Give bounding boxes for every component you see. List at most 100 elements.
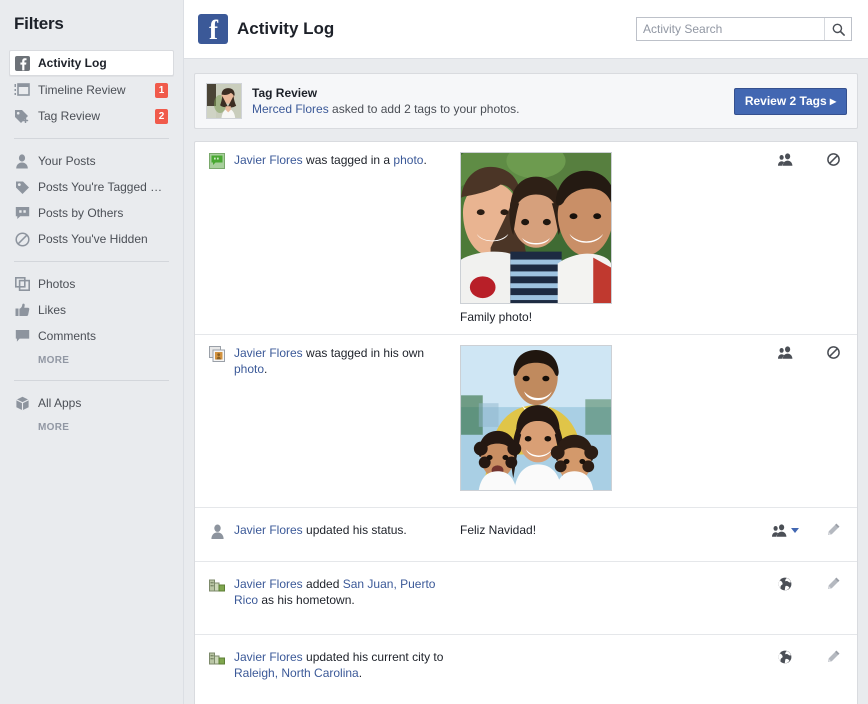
- avatar: [206, 83, 242, 119]
- sidebar-divider: [14, 261, 169, 262]
- hide-from-timeline-button[interactable]: [809, 153, 857, 166]
- search-icon: [832, 23, 845, 36]
- sidebar-item-tag-review[interactable]: Tag Review 2: [9, 104, 174, 128]
- person-icon: [209, 523, 225, 539]
- activity-text-before: updated his current city to: [303, 650, 444, 664]
- activity-media[interactable]: [456, 345, 612, 497]
- hidden-icon: [827, 346, 840, 359]
- edit-button[interactable]: [809, 577, 857, 591]
- audience-public-button[interactable]: [761, 650, 809, 664]
- activity-log-page: Filters Activity Log Timeline Review 1: [0, 0, 868, 704]
- activity-actions: [761, 649, 857, 664]
- sidebar-item-likes[interactable]: Likes: [9, 298, 174, 322]
- activity-row: Javier Flores updated his current city t…: [195, 635, 857, 704]
- activity-text-before: added: [303, 577, 343, 591]
- tag-icon: [14, 179, 30, 195]
- sidebar-item-label: Posts You're Tagged …: [38, 180, 168, 194]
- apps-box-icon: [14, 395, 30, 411]
- chevron-down-icon[interactable]: [791, 528, 799, 533]
- comment-icon: [14, 328, 30, 344]
- audience-selector-button[interactable]: [761, 524, 809, 537]
- sidebar-divider: [14, 138, 169, 139]
- sidebar-item-label: All Apps: [38, 396, 168, 410]
- actor-link[interactable]: Javier Flores: [234, 577, 303, 591]
- sidebar-item-posts-youre-tagged[interactable]: Posts You're Tagged …: [9, 175, 174, 199]
- friends-icon: [778, 153, 793, 166]
- city-icon: [209, 650, 225, 666]
- hide-from-timeline-button[interactable]: [809, 346, 857, 359]
- actor-link[interactable]: Javier Flores: [234, 346, 303, 360]
- sidebar-item-posts-by-others[interactable]: Posts by Others: [9, 201, 174, 225]
- tag-review-subtitle: Merced Flores asked to add 2 tags to you…: [252, 102, 734, 117]
- sidebar-item-all-apps[interactable]: All Apps: [9, 391, 174, 415]
- object-link[interactable]: photo: [393, 153, 423, 167]
- photo-thumbnail-family-sky[interactable]: [460, 345, 612, 491]
- edit-button[interactable]: [809, 650, 857, 664]
- audience-public-button[interactable]: [761, 577, 809, 591]
- sidebar-item-label: Your Posts: [38, 154, 168, 168]
- activity-row-body: Javier Flores was tagged in his own phot…: [234, 345, 761, 497]
- pencil-icon: [826, 577, 840, 591]
- timeline-review-icon: [14, 82, 30, 98]
- tag-review-icon: [14, 108, 30, 124]
- sidebar-group-posts: Your Posts Posts You're Tagged … Posts b…: [0, 149, 183, 251]
- sidebar-item-label: Tag Review: [38, 109, 149, 123]
- sidebar-group-apps: All Apps MORE: [0, 391, 183, 437]
- tag-review-banner: Tag Review Merced Flores asked to add 2 …: [194, 73, 858, 129]
- sidebar-more-apps[interactable]: MORE: [9, 417, 174, 437]
- photo-caption: Family photo!: [460, 310, 612, 324]
- activity-feed: Tag Review Merced Flores asked to add 2 …: [184, 59, 868, 704]
- activity-text-after: .: [359, 666, 362, 680]
- sidebar-item-your-posts[interactable]: Your Posts: [9, 149, 174, 173]
- object-link[interactable]: photo: [234, 362, 264, 376]
- activity-actions: [761, 522, 857, 537]
- facebook-icon: [14, 55, 30, 71]
- sidebar-item-activity-log[interactable]: Activity Log: [9, 50, 174, 76]
- tag-review-actor-link[interactable]: Merced Flores: [252, 102, 329, 116]
- photo-frame-icon: [209, 346, 225, 362]
- review-tags-button[interactable]: Review 2 Tags ▸: [734, 88, 847, 115]
- activity-text: Javier Flores updated his current city t…: [234, 649, 456, 681]
- activity-text-after: as his hometown.: [258, 593, 355, 607]
- edit-button[interactable]: [809, 523, 857, 537]
- activity-text: Javier Flores was tagged in his own phot…: [234, 345, 456, 377]
- sidebar-item-comments[interactable]: Comments: [9, 324, 174, 348]
- person-icon: [14, 153, 30, 169]
- actor-link[interactable]: Javier Flores: [234, 153, 303, 167]
- activity-search-box[interactable]: [636, 17, 852, 41]
- activity-actions: [761, 345, 857, 359]
- status-badge: 2: [155, 109, 168, 124]
- activity-actions: [761, 152, 857, 166]
- photos-icon: [14, 276, 30, 292]
- status-message: Feliz Navidad!: [456, 522, 761, 538]
- activity-row-body: Javier Flores added San Juan, Puerto Ric…: [234, 576, 761, 608]
- object-link[interactable]: Raleigh, North Carolina: [234, 666, 359, 680]
- sidebar-item-label: Posts You've Hidden: [38, 232, 168, 246]
- sidebar-item-timeline-review[interactable]: Timeline Review 1: [9, 78, 174, 102]
- status-badge: 1: [155, 83, 168, 98]
- hidden-icon: [14, 231, 30, 247]
- tag-review-message: asked to add 2 tags to your photos.: [329, 102, 520, 116]
- page-title: Activity Log: [237, 19, 636, 39]
- audience-friends-button[interactable]: [761, 153, 809, 166]
- activity-row-body: Javier Flores was tagged in a photo.: [234, 152, 761, 324]
- friends-icon: [772, 524, 787, 537]
- sidebar-item-photos[interactable]: Photos: [9, 272, 174, 296]
- main-content: f Activity Log: [184, 0, 868, 704]
- search-button[interactable]: [824, 18, 851, 40]
- sidebar-more-content[interactable]: MORE: [9, 350, 174, 370]
- sidebar-group-content: Photos Likes Comments MORE: [0, 272, 183, 370]
- sidebar-item-posts-youve-hidden[interactable]: Posts You've Hidden: [9, 227, 174, 251]
- thumbs-up-icon: [14, 302, 30, 318]
- actor-link[interactable]: Javier Flores: [234, 650, 303, 664]
- photo-thumbnail-family-green[interactable]: [460, 152, 612, 304]
- search-input[interactable]: [637, 18, 824, 40]
- pencil-icon: [826, 523, 840, 537]
- activity-text-after: .: [264, 362, 267, 376]
- audience-friends-button[interactable]: [761, 346, 809, 359]
- hidden-icon: [827, 153, 840, 166]
- comment-bubble-icon: [209, 153, 225, 169]
- activity-media[interactable]: Family photo!: [456, 152, 612, 324]
- pencil-icon: [826, 650, 840, 664]
- actor-link[interactable]: Javier Flores: [234, 523, 303, 537]
